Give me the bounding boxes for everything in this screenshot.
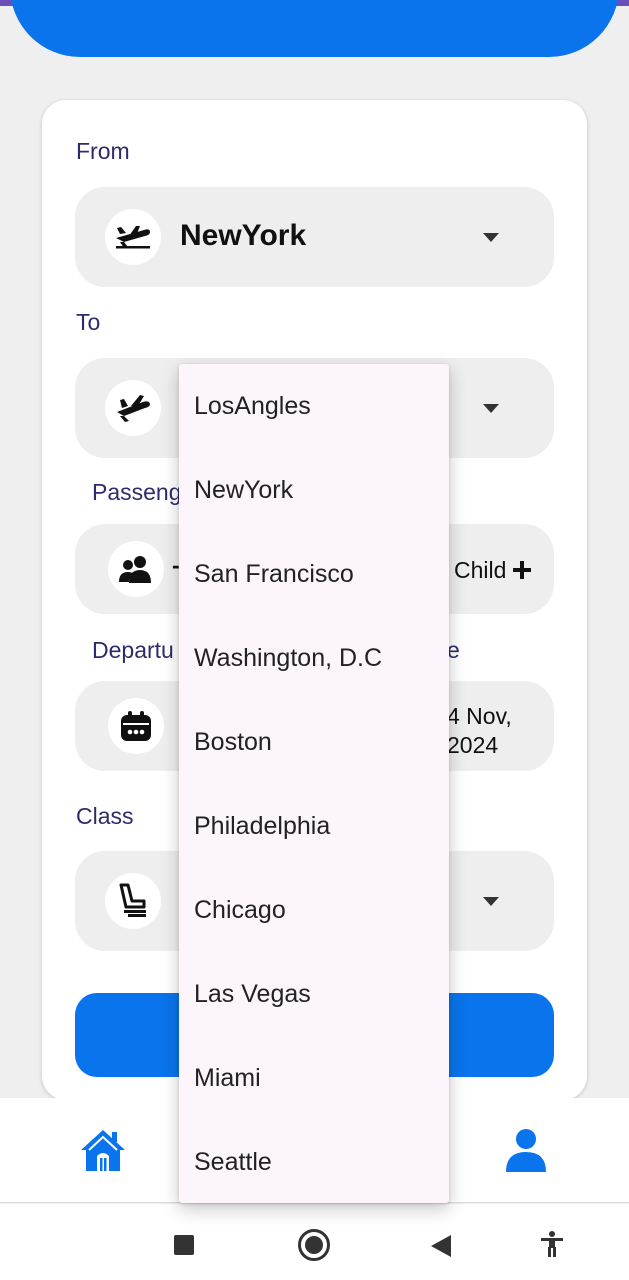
dropdown-option[interactable]: LosAngles (179, 364, 449, 448)
dropdown-option[interactable]: Philadelphia (179, 784, 449, 868)
dropdown-option[interactable]: NewYork (179, 448, 449, 532)
to-label: To (76, 309, 101, 335)
chevron-down-icon (483, 233, 499, 242)
dropdown-option[interactable]: Washington, D.C (179, 616, 449, 700)
people-icon (108, 541, 164, 597)
home-circle-icon[interactable] (298, 1229, 330, 1261)
child-increment-button[interactable] (513, 561, 531, 584)
chevron-down-icon (483, 404, 499, 413)
departure-label: Departu (92, 637, 174, 663)
from-value: NewYork (180, 219, 307, 252)
seat-icon (105, 873, 161, 929)
from-select[interactable]: NewYork (75, 187, 554, 287)
accessibility-icon[interactable] (540, 1231, 564, 1262)
dropdown-option[interactable]: Las Vegas (179, 952, 449, 1036)
dropdown-option[interactable]: Boston (179, 700, 449, 784)
chevron-down-icon (483, 897, 499, 906)
city-dropdown-menu: LosAngles NewYork San Francisco Washingt… (179, 364, 449, 1203)
dropdown-option[interactable]: Seattle (179, 1120, 449, 1204)
passengers-label: Passeng (92, 479, 182, 505)
plus-icon (513, 561, 531, 579)
back-icon[interactable] (431, 1235, 451, 1257)
home-icon[interactable] (80, 1128, 126, 1177)
dropdown-option[interactable]: Miami (179, 1036, 449, 1120)
child-label: Child (454, 557, 507, 583)
class-label: Class (76, 803, 134, 829)
date-line-1: 4 Nov, (447, 703, 512, 729)
dropdown-option[interactable]: Chicago (179, 868, 449, 952)
from-label: From (76, 138, 130, 164)
header-banner (10, 0, 619, 57)
calendar-icon (108, 698, 164, 754)
recents-icon[interactable] (174, 1235, 194, 1255)
airplane-landing-icon (105, 380, 161, 436)
airplane-takeoff-icon (105, 209, 161, 265)
system-navigation-bar (0, 1204, 629, 1280)
dropdown-option[interactable]: San Francisco (179, 532, 449, 616)
person-icon[interactable] (505, 1128, 547, 1177)
date-line-2: 2024 (447, 732, 499, 758)
